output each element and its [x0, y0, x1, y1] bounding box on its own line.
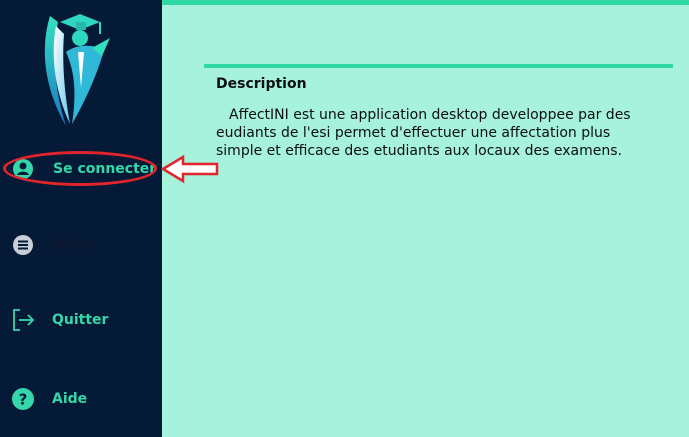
description-divider	[204, 64, 673, 68]
sidebar-item-quitter[interactable]: Quitter	[0, 303, 162, 337]
sidebar-item-label: Aide	[52, 391, 88, 407]
sidebar-item-aide[interactable]: ? Aide	[0, 382, 162, 416]
sidebar-item-label: Se connecter	[53, 161, 157, 177]
annotation-arrow-icon	[161, 154, 219, 184]
sidebar-item-label: Quitter	[52, 312, 109, 328]
sidebar: Se connecter Menu Quitter ? Aide	[0, 0, 162, 437]
logout-icon	[13, 309, 35, 331]
sidebar-item-label: Menu	[52, 237, 96, 253]
top-accent-bar	[162, 0, 689, 5]
help-icon: ?	[12, 388, 34, 410]
svg-text:?: ?	[19, 391, 28, 409]
sidebar-item-menu[interactable]: Menu	[0, 228, 162, 262]
graduate-logo	[44, 14, 110, 126]
sidebar-item-se-connecter[interactable]: Se connecter	[0, 152, 162, 186]
description-title: Description	[216, 76, 307, 92]
description-text: AffectINI est une application desktop de…	[216, 107, 631, 159]
menu-icon	[13, 235, 33, 255]
user-circle-icon	[13, 159, 33, 179]
